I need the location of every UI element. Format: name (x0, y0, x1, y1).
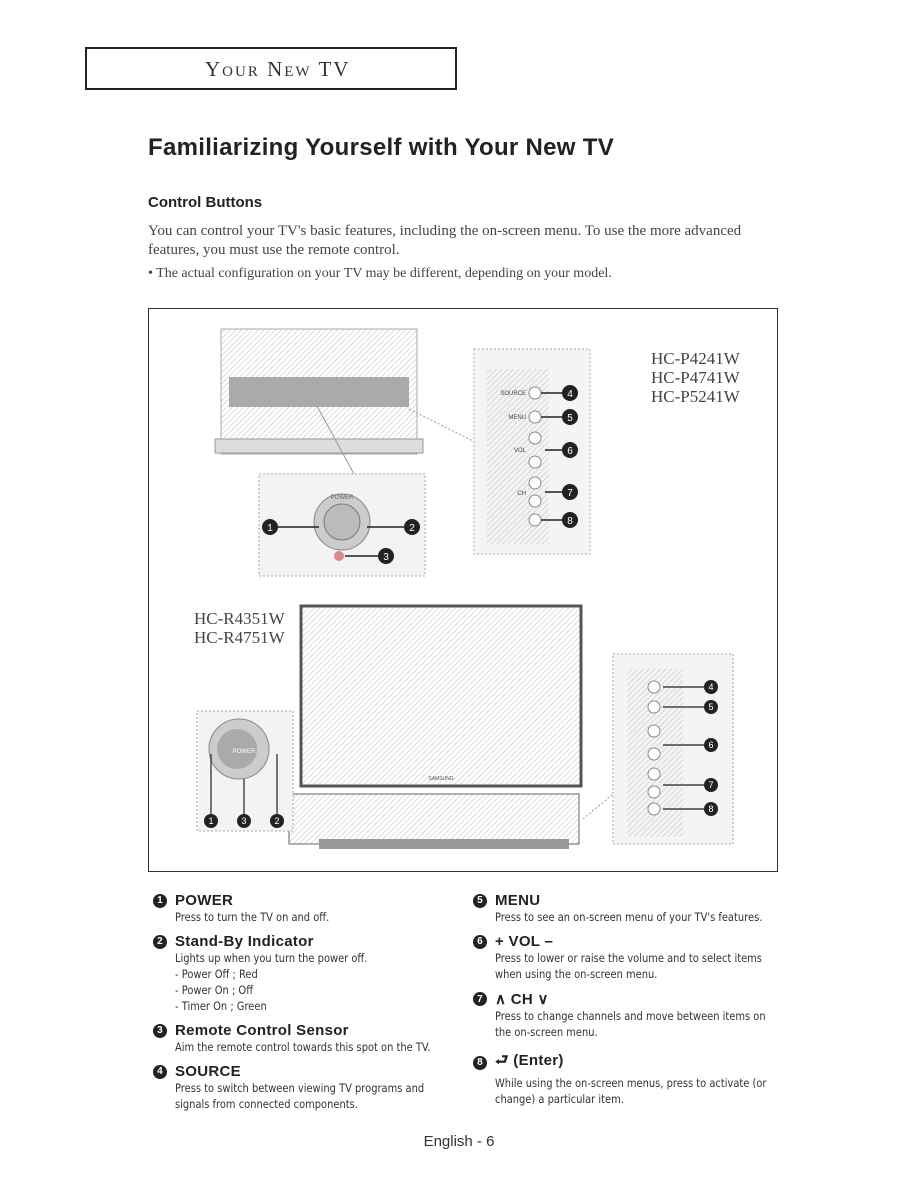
svg-text:MENU: MENU (508, 415, 526, 421)
svg-text:3: 3 (241, 816, 246, 826)
legend-title-text: ∧ CH ∨ (495, 991, 549, 1008)
number-badge: 4 (153, 1064, 167, 1079)
svg-text:POWER: POWER (233, 749, 256, 755)
number-badge: 1 (153, 893, 167, 908)
page-number: English - 6 (423, 1133, 495, 1150)
number-badge: 5 (473, 893, 487, 908)
number-badge: 6 (473, 934, 487, 949)
legend-description: the on-screen menu. (495, 1025, 598, 1039)
svg-text:4: 4 (567, 389, 573, 400)
svg-text:CH: CH (517, 491, 526, 497)
legend-item: 7 ∧ CH ∨ Press to change channels and move… (473, 990, 795, 1040)
control-buttons-diagram: 1 2 3 POWER SOURCE MENU VOL CH 4 5 6 7 8… (148, 308, 778, 872)
section-header: Your New TV (85, 47, 457, 90)
svg-text:1: 1 (267, 523, 273, 534)
legend-item: 8 ⮐ (Enter) While using the on-screen menu… (473, 1050, 795, 1107)
svg-text:2: 2 (409, 523, 415, 534)
legend-item: 3 Remote Control Sensor Aim the remote con… (153, 1022, 475, 1055)
legend-description: Lights up when you turn the power off. (175, 951, 368, 965)
legend-description: Press to see an on-screen menu of your T… (495, 910, 763, 924)
svg-text:SAMSUNG: SAMSUNG (428, 776, 453, 782)
legend-title-text: + VOL – (495, 933, 554, 950)
section-title: Your New TV (205, 57, 351, 81)
legend-description: change) a particular item. (495, 1092, 624, 1106)
legend-title-text: MENU (495, 892, 541, 909)
legend-item: 1 POWER Press to turn the TV on and off. (153, 892, 475, 925)
svg-text:VOL: VOL (514, 448, 527, 454)
svg-text:8: 8 (567, 516, 573, 527)
intro-paragraph: You can control your TV's basic features… (148, 223, 742, 258)
legend-description: - Power On ; Off (175, 983, 254, 997)
legend-title-text: ⮐ (Enter) (495, 1052, 564, 1069)
legend-item-title: 3 Remote Control Sensor (153, 1022, 475, 1039)
svg-text:8: 8 (708, 804, 713, 814)
legend-item: 5 MENU Press to see an on-screen menu of y… (473, 892, 795, 925)
page-title: Familiarizing Yourself with Your New TV (148, 134, 615, 161)
model-list-bottom: HC-R4351W HC-R4751W (194, 609, 285, 647)
svg-text:5: 5 (708, 702, 713, 712)
legend-title-text: Stand-By Indicator (175, 933, 314, 950)
number-badge: 3 (153, 1023, 167, 1038)
legend-right-column: 5 MENU Press to see an on-screen menu of y… (473, 892, 795, 1115)
legend-item-title: 4 SOURCE (153, 1063, 475, 1080)
svg-text:6: 6 (567, 446, 573, 457)
legend-description: signals from connected components. (175, 1097, 358, 1111)
svg-text:POWER: POWER (331, 495, 354, 501)
legend-item-title: 7 ∧ CH ∨ (473, 990, 795, 1008)
model-label: HC-P4241W (651, 349, 740, 368)
svg-text:7: 7 (708, 780, 713, 790)
config-note: • The actual configuration on your TV ma… (148, 266, 612, 281)
legend-item-title: 6 + VOL – (473, 933, 795, 950)
svg-text:5: 5 (567, 413, 573, 424)
rear-projection-tv-bottom: SAMSUNG (288, 604, 583, 849)
number-badge: 8 (473, 1055, 487, 1070)
legend-title-text: SOURCE (175, 1063, 241, 1080)
model-label: HC-P5241W (651, 387, 740, 406)
legend-item-title: 1 POWER (153, 892, 475, 909)
legend-item: 4 SOURCE Press to switch between viewing T… (153, 1063, 475, 1112)
legend-item-title: 8 ⮐ (Enter) (473, 1050, 795, 1075)
number-badge: 2 (153, 934, 167, 949)
legend-title-text: Remote Control Sensor (175, 1022, 349, 1039)
svg-text:3: 3 (383, 552, 389, 563)
manual-page: Your New TV Familiarizing Yourself with … (0, 0, 918, 1188)
power-closeup-bottom: POWER 1 3 2 (196, 710, 294, 832)
model-label: HC-R4351W (194, 609, 285, 628)
power-closeup-top: 1 2 3 POWER (258, 473, 426, 577)
legend-title-text: POWER (175, 892, 234, 909)
legend-item: 2 Stand-By Indicator Lights up when you tu… (153, 933, 475, 1014)
legend-description: - Timer On ; Green (175, 999, 267, 1013)
svg-text:4: 4 (708, 682, 713, 692)
legend-item: 6 + VOL – Press to lower or raise the volu… (473, 933, 795, 982)
number-badge: 7 (473, 992, 487, 1006)
legend-item-title: 2 Stand-By Indicator (153, 933, 475, 950)
section-subtitle: Control Buttons (148, 194, 263, 211)
model-list-top: HC-P4241W HC-P4741W HC-P5241W (651, 349, 740, 406)
projection-tv-top (214, 328, 480, 475)
svg-text:7: 7 (567, 488, 573, 499)
side-panel-bottom: 4 5 6 7 8 (582, 653, 734, 845)
legend-description: Press to change channels and move betwee… (495, 1009, 766, 1023)
svg-text:SOURCE: SOURCE (500, 391, 526, 397)
legend-description: Press to lower or raise the volume and t… (495, 951, 762, 965)
side-panel-top: SOURCE MENU VOL CH 4 5 6 7 8 (473, 348, 591, 555)
svg-text:2: 2 (274, 816, 279, 826)
legend-description: Press to switch between viewing TV progr… (175, 1081, 425, 1095)
legend-item-title: 5 MENU (473, 892, 795, 909)
model-label: HC-P4741W (651, 368, 740, 387)
legend-description: Press to turn the TV on and off. (175, 910, 330, 924)
legend-left-column: 1 POWER Press to turn the TV on and off. 2 S… (153, 892, 475, 1120)
legend-description: when using the on-screen menu. (495, 967, 658, 981)
model-label: HC-R4751W (194, 628, 285, 647)
legend-description: Aim the remote control towards this spot… (175, 1040, 431, 1054)
legend-description: - Power Off ; Red (175, 967, 258, 981)
legend-description: While using the on-screen menus, press t… (495, 1076, 767, 1090)
svg-text:6: 6 (708, 740, 713, 750)
svg-text:1: 1 (208, 816, 213, 826)
